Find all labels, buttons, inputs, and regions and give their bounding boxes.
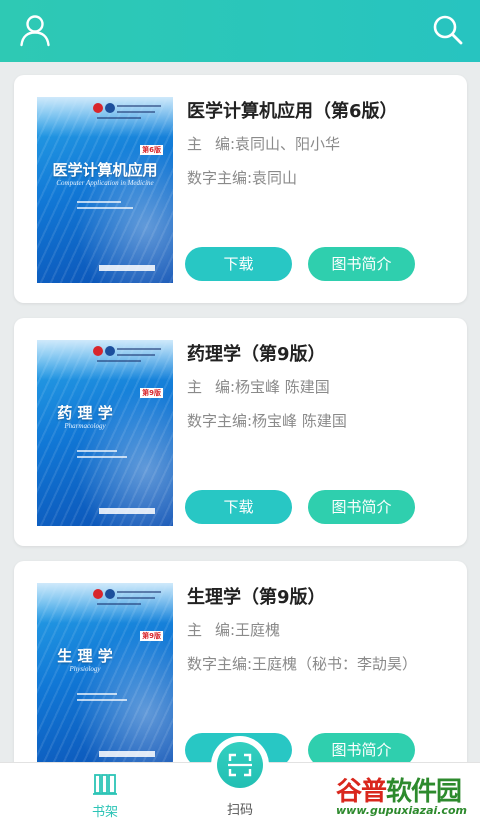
- cover-subtitle: Pharmacology: [64, 422, 106, 430]
- cover-edition: 第6版: [140, 145, 163, 155]
- cover-edition: 第9版: [140, 631, 163, 641]
- cover-title: 医学计算机应用: [52, 161, 158, 179]
- download-button[interactable]: 下载: [185, 247, 292, 281]
- editor-label: 主编:: [187, 621, 235, 639]
- cover-edition: 第9版: [140, 388, 163, 398]
- book-intro-button[interactable]: 图书简介: [308, 733, 415, 762]
- book-title[interactable]: 药理学（第9版）: [187, 340, 326, 366]
- publisher-logo-icon: [93, 589, 103, 599]
- download-button[interactable]: 下载: [185, 490, 292, 524]
- editor-label: 主编:: [187, 135, 235, 153]
- book-intro-button[interactable]: 图书简介: [308, 247, 415, 281]
- search-icon: [433, 15, 463, 45]
- watermark-url: www.gupuxiazai.com: [336, 804, 467, 817]
- publisher-logo-icon: [93, 103, 103, 113]
- scan-label: 扫码: [226, 803, 253, 818]
- digital-editor: 数字主编:王庭槐（秘书：李劼昊）: [187, 655, 418, 673]
- cover-title: 药 理 学: [57, 404, 113, 422]
- bookshelf-icon: [93, 774, 117, 795]
- watermark-title: 谷普软件园: [336, 777, 462, 807]
- watermark: 谷普软件园 www.gupuxiazai.com: [334, 771, 480, 821]
- book-card: 第9版 生 理 学 Physiology 生理学（第9版） 主编: 王庭槐 数字…: [14, 561, 467, 762]
- editor-value: 王庭槐: [235, 621, 281, 639]
- series-logo-icon: [105, 103, 115, 113]
- book-card: 第6版 医学计算机应用 Computer Application in Medi…: [14, 75, 467, 303]
- scan-frame-icon: [228, 753, 252, 777]
- tab-bookshelf-label: 书架: [91, 805, 118, 820]
- book-cover[interactable]: 第6版 医学计算机应用 Computer Application in Medi…: [37, 97, 173, 283]
- editor-value: 杨宝峰 陈建国: [235, 378, 330, 396]
- series-logo-icon: [105, 346, 115, 356]
- scan-button[interactable]: [217, 742, 263, 788]
- book-cover[interactable]: 第9版 药 理 学 Pharmacology: [37, 340, 173, 526]
- digital-editor: 数字主编:袁同山: [187, 169, 298, 187]
- top-bar: [0, 0, 480, 62]
- publisher-logo-icon: [93, 346, 103, 356]
- book-card: 第9版 药 理 学 Pharmacology 药理学（第9版） 主编: 杨宝峰 …: [14, 318, 467, 546]
- book-title[interactable]: 生理学（第9版）: [187, 583, 326, 609]
- search-button[interactable]: [430, 12, 466, 48]
- series-logo-icon: [105, 589, 115, 599]
- editor-label: 主编:: [187, 378, 235, 396]
- book-intro-button[interactable]: 图书简介: [308, 490, 415, 524]
- user-button[interactable]: [18, 13, 52, 47]
- cover-title: 生 理 学: [57, 647, 113, 665]
- book-cover[interactable]: 第9版 生 理 学 Physiology: [37, 583, 173, 762]
- tab-bookshelf[interactable]: 书架: [80, 769, 130, 820]
- editor-value: 袁同山、阳小华: [235, 135, 341, 153]
- book-title[interactable]: 医学计算机应用（第6版）: [187, 97, 398, 123]
- book-list[interactable]: 第6版 医学计算机应用 Computer Application in Medi…: [0, 62, 480, 762]
- digital-editor: 数字主编:杨宝峰 陈建国: [187, 412, 347, 430]
- cover-subtitle: Physiology: [69, 665, 101, 673]
- person-outline-icon: [20, 15, 50, 47]
- cover-subtitle: Computer Application in Medicine: [56, 179, 154, 187]
